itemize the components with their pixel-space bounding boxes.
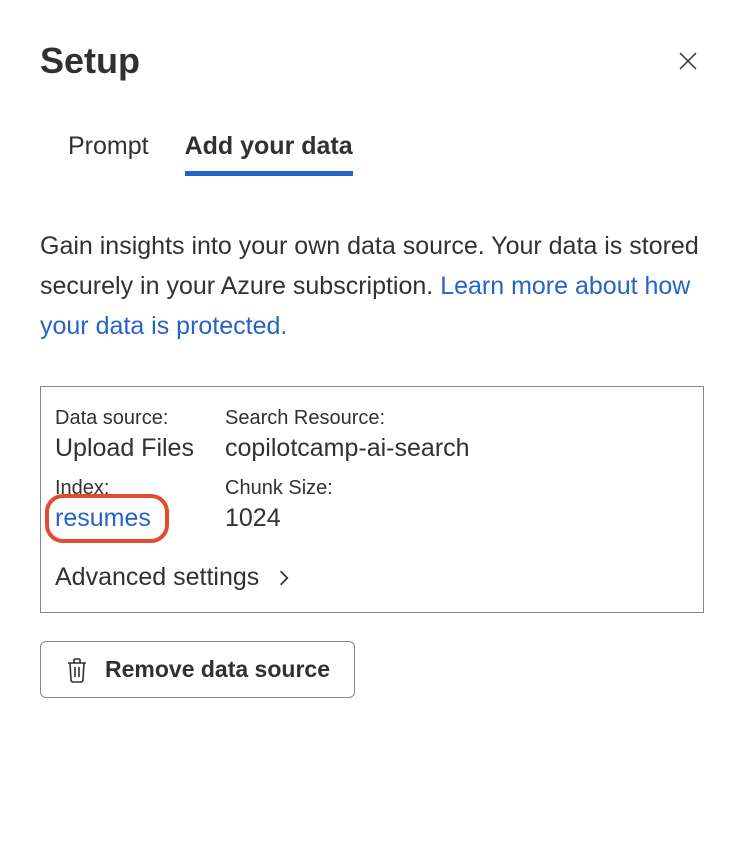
tab-add-your-data[interactable]: Add your data xyxy=(185,132,353,176)
data-source-label: Data source: xyxy=(55,407,225,430)
remove-button-label: Remove data source xyxy=(105,656,330,683)
index-label: Index: xyxy=(55,477,225,500)
index-link[interactable]: resumes xyxy=(55,504,151,532)
index-value-wrap: resumes xyxy=(55,504,225,533)
data-source-value: Upload Files xyxy=(55,434,225,463)
advanced-settings-toggle[interactable]: Advanced settings xyxy=(55,557,689,592)
tab-list: Prompt Add your data xyxy=(40,132,704,176)
panel-header: Setup xyxy=(40,40,704,82)
close-button[interactable] xyxy=(672,45,704,77)
data-source-panel: Data source: Search Resource: Upload Fil… xyxy=(40,386,704,613)
description-text: Gain insights into your own data source.… xyxy=(40,226,704,346)
search-resource-value: copilotcamp-ai-search xyxy=(225,434,689,463)
close-icon xyxy=(676,49,700,73)
data-source-grid: Data source: Search Resource: Upload Fil… xyxy=(55,407,689,533)
chevron-right-icon xyxy=(275,569,293,587)
tab-prompt[interactable]: Prompt xyxy=(68,132,149,176)
chunk-size-label: Chunk Size: xyxy=(225,477,689,500)
search-resource-label: Search Resource: xyxy=(225,407,689,430)
chunk-size-value: 1024 xyxy=(225,504,689,533)
remove-data-source-button[interactable]: Remove data source xyxy=(40,641,355,698)
page-title: Setup xyxy=(40,40,140,82)
trash-icon xyxy=(65,657,89,683)
advanced-settings-label: Advanced settings xyxy=(55,563,259,592)
